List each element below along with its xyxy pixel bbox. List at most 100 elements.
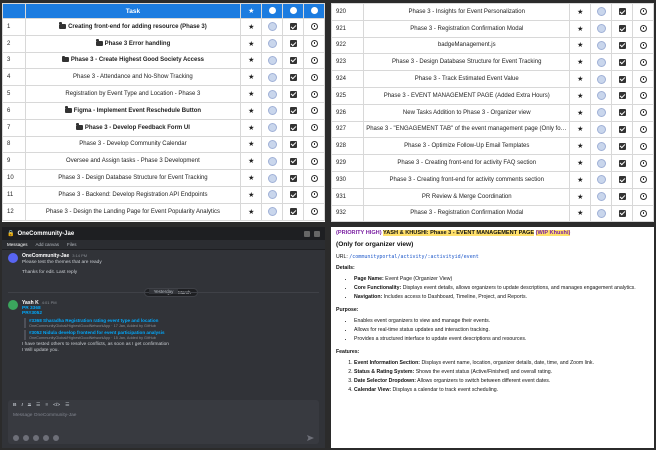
star-icon[interactable]: ★ bbox=[248, 24, 254, 31]
assignee-cell[interactable] bbox=[590, 70, 613, 88]
star-icon[interactable]: ★ bbox=[248, 108, 254, 115]
mic-icon[interactable] bbox=[53, 435, 59, 441]
message-composer[interactable]: B I S ☰ ≡ </> ☰ Message OneCommunity-Jae bbox=[8, 400, 319, 444]
clock-icon[interactable] bbox=[639, 125, 647, 133]
checkbox-icon[interactable] bbox=[618, 193, 626, 201]
star-cell[interactable]: ★ bbox=[569, 70, 592, 88]
clock-cell[interactable] bbox=[303, 118, 325, 137]
task-name[interactable]: Phase 3 - Insights for Event Personaliza… bbox=[409, 9, 525, 15]
checkbox-cell[interactable] bbox=[282, 101, 305, 120]
task-name-cell[interactable]: Registration by Event Type and Location … bbox=[24, 85, 242, 103]
star-icon[interactable]: ★ bbox=[577, 9, 583, 16]
assignee-avatar[interactable] bbox=[596, 57, 606, 67]
assignee-cell[interactable] bbox=[261, 18, 284, 36]
task-name[interactable]: Phase 3 - Creating front-end for activit… bbox=[390, 177, 544, 183]
clock-cell[interactable] bbox=[303, 169, 325, 187]
assignee-cell[interactable] bbox=[590, 3, 613, 21]
assignee-cell[interactable] bbox=[261, 169, 284, 187]
task-name-cell[interactable]: Phase 3 - Creating front-end for activit… bbox=[363, 154, 571, 172]
task-name[interactable]: Phase 3 Error handling bbox=[105, 41, 171, 47]
link-preview[interactable]: #3052 Nidula develop frontend for event … bbox=[24, 330, 169, 340]
checkbox-icon[interactable] bbox=[618, 58, 626, 66]
clock-icon[interactable] bbox=[639, 109, 647, 117]
star-icon[interactable]: ★ bbox=[577, 59, 583, 66]
table-row[interactable]: 930 Phase 3 - Creating front-end for acti… bbox=[331, 170, 654, 189]
clock-cell[interactable] bbox=[632, 154, 654, 172]
clock-icon[interactable] bbox=[639, 209, 647, 217]
star-cell[interactable]: ★ bbox=[569, 103, 592, 122]
tab-messages[interactable]: Messages bbox=[7, 242, 28, 247]
checkbox-cell[interactable] bbox=[611, 137, 634, 156]
column-header-star[interactable]: ★ bbox=[240, 3, 263, 19]
star-cell[interactable]: ★ bbox=[240, 169, 263, 187]
table-row[interactable]: 12 Phase 3 - Design the Landing Page for … bbox=[2, 202, 325, 221]
assignee-cell[interactable] bbox=[590, 120, 613, 139]
assignee-cell[interactable] bbox=[590, 53, 613, 72]
task-name[interactable]: Phase 3 - Develop Community Calendar bbox=[79, 141, 186, 147]
star-cell[interactable]: ★ bbox=[569, 154, 592, 172]
star-cell[interactable]: ★ bbox=[240, 68, 263, 87]
task-name-cell[interactable]: Phase 3 - Registration Confirmation Moda… bbox=[363, 19, 571, 38]
star-icon[interactable]: ★ bbox=[248, 141, 254, 148]
star-cell[interactable]: ★ bbox=[240, 51, 263, 70]
task-name[interactable]: PR Review & Merge Coordination bbox=[422, 194, 512, 200]
table-row[interactable]: 926 New Tasks Addition to Phase 3 - Organ… bbox=[331, 103, 654, 122]
assignee-avatar[interactable] bbox=[267, 72, 277, 82]
clock-cell[interactable] bbox=[632, 120, 654, 139]
star-cell[interactable]: ★ bbox=[569, 19, 592, 38]
checkbox-icon[interactable] bbox=[618, 75, 626, 83]
block-button[interactable]: ☰ bbox=[65, 403, 69, 408]
star-icon[interactable]: ★ bbox=[248, 192, 254, 199]
checkbox-icon[interactable] bbox=[289, 191, 297, 199]
plus-icon[interactable] bbox=[13, 435, 19, 441]
assignee-cell[interactable] bbox=[590, 204, 613, 222]
task-name[interactable]: Phase 3 - Design Database Structure for … bbox=[392, 59, 541, 65]
checkbox-cell[interactable] bbox=[611, 154, 634, 172]
checkbox-cell[interactable] bbox=[611, 53, 634, 72]
clock-cell[interactable] bbox=[303, 51, 325, 70]
task-name[interactable]: Phase 3 - Creating front-end for activit… bbox=[397, 160, 536, 166]
assignee-cell[interactable] bbox=[261, 118, 284, 137]
task-name-cell[interactable]: Phase 3 - EVENT MANAGEMENT PAGE (Added E… bbox=[363, 86, 571, 105]
star-icon[interactable]: ★ bbox=[577, 26, 583, 33]
headphones-icon[interactable] bbox=[304, 230, 310, 237]
clock-icon[interactable] bbox=[310, 191, 318, 199]
assignee-cell[interactable] bbox=[590, 170, 613, 189]
star-cell[interactable]: ★ bbox=[240, 152, 263, 171]
checkbox-cell[interactable] bbox=[282, 169, 305, 187]
star-icon[interactable]: ★ bbox=[577, 126, 583, 133]
table-row[interactable]: 923 Phase 3 - Design Database Structure f… bbox=[331, 53, 654, 72]
checkbox-cell[interactable] bbox=[282, 135, 305, 154]
star-cell[interactable]: ★ bbox=[569, 187, 592, 206]
clock-icon[interactable] bbox=[639, 142, 647, 150]
assignee-avatar[interactable] bbox=[596, 7, 606, 17]
clock-cell[interactable] bbox=[632, 36, 654, 55]
assignee-avatar[interactable] bbox=[267, 173, 277, 183]
star-cell[interactable]: ★ bbox=[240, 135, 263, 154]
task-name-cell[interactable]: Figma - Implement Event Reschedule Butto… bbox=[24, 101, 242, 120]
clock-icon[interactable] bbox=[310, 157, 318, 165]
clock-icon[interactable] bbox=[310, 73, 318, 81]
clock-icon[interactable] bbox=[639, 41, 647, 49]
star-cell[interactable]: ★ bbox=[569, 120, 592, 139]
pr-link[interactable]: PR#3052 bbox=[22, 311, 169, 316]
star-icon[interactable]: ★ bbox=[577, 160, 583, 167]
clock-icon[interactable] bbox=[639, 25, 647, 33]
assignee-cell[interactable] bbox=[590, 103, 613, 122]
assignee-cell[interactable] bbox=[590, 19, 613, 38]
assignee-avatar[interactable] bbox=[267, 156, 277, 166]
assignee-avatar[interactable] bbox=[267, 190, 277, 200]
checkbox-cell[interactable] bbox=[611, 187, 634, 206]
task-name[interactable]: Phase 3 - Attendance and No-Show Trackin… bbox=[73, 74, 193, 80]
clock-cell[interactable] bbox=[632, 70, 654, 88]
task-name[interactable]: Phase 3 - Backend: Develop Registration … bbox=[58, 192, 207, 198]
star-icon[interactable]: ★ bbox=[248, 209, 254, 216]
mention-icon[interactable] bbox=[33, 435, 39, 441]
checkbox-cell[interactable] bbox=[611, 204, 634, 222]
task-name[interactable]: Phase 3 - Create Highest Good Society Ac… bbox=[71, 58, 204, 64]
clock-cell[interactable] bbox=[303, 152, 325, 171]
checkbox-cell[interactable] bbox=[611, 19, 634, 38]
table-row[interactable]: 922 badgeManagement.js ★ bbox=[331, 36, 654, 55]
table-row[interactable]: 11 Phase 3 - Backend: Develop Registratio… bbox=[2, 185, 325, 204]
checkbox-cell[interactable] bbox=[282, 85, 305, 103]
